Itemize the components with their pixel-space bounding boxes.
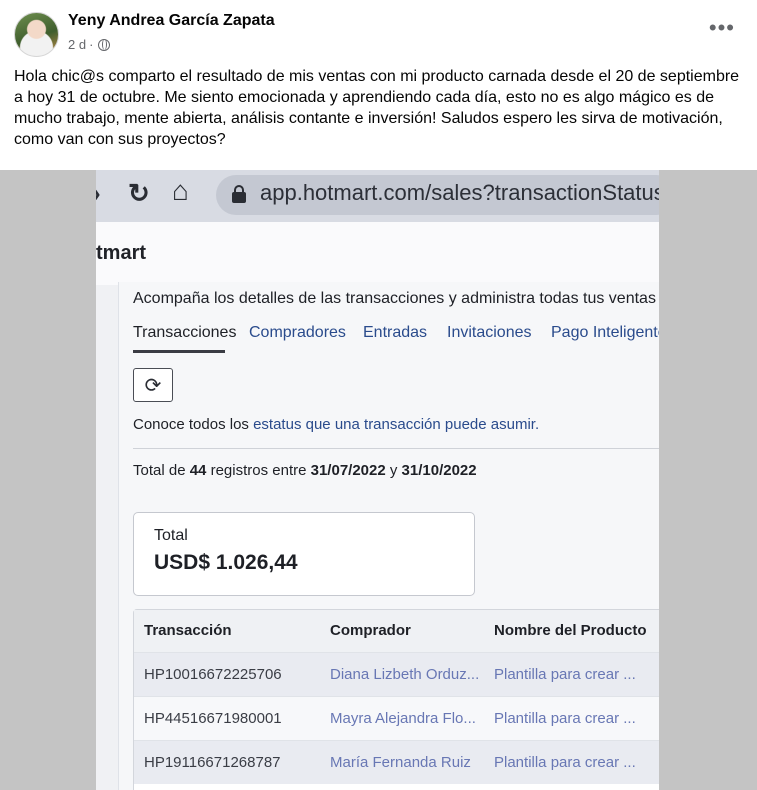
- table-row: HP10016672225706 Diana Lizbeth Orduz... …: [134, 652, 659, 696]
- table-row: HP44516671980001 Mayra Alejandra Flo... …: [134, 696, 659, 740]
- page-description: Acompaña los detalles de las transaccion…: [133, 290, 659, 307]
- date-to: 31/10/2022: [401, 462, 477, 479]
- status-info-prefix: Conoce todos los: [133, 416, 254, 433]
- avatar[interactable]: [14, 12, 59, 57]
- summary-text: y: [385, 462, 402, 479]
- total-label: Total: [154, 527, 188, 544]
- post-photo: › ↻ ⌂ app.hotmart.com/sales?transactionS…: [96, 170, 659, 790]
- transactions-table: Transacción Comprador Nombre del Product…: [133, 609, 659, 790]
- column-header: Nombre del Producto: [494, 622, 647, 639]
- status-link-2: una transacción puede asumir.: [334, 416, 540, 433]
- status-info: Conoce todos los estatus que una transac…: [133, 416, 539, 433]
- sales-panel: Acompaña los detalles de las transaccion…: [118, 282, 659, 790]
- globe-icon: [98, 38, 111, 51]
- brand-bar: tmart: [96, 222, 659, 285]
- divider: [133, 448, 659, 449]
- tab-entradas: Entradas: [363, 324, 428, 341]
- buyer-name: María Fernanda Ruiz: [330, 754, 471, 771]
- post-meta: 2 d ·: [68, 37, 111, 52]
- tab-transacciones: Transacciones: [133, 324, 237, 341]
- buyer-name: Mayra Alejandra Flo...: [330, 710, 476, 727]
- active-tab-indicator: [133, 350, 225, 353]
- url-text: app.hotmart.com/sales?transactionStatus%…: [260, 180, 659, 205]
- tab-invitaciones: Invitaciones: [447, 324, 532, 341]
- transaction-id: HP19116671268787: [144, 754, 281, 771]
- summary-text: Total de: [133, 462, 190, 479]
- tab-pago-inteligente: Pago Inteligente: [551, 324, 659, 341]
- meta-separator: ·: [89, 37, 94, 52]
- transaction-id: HP44516671980001: [144, 710, 282, 727]
- status-link: estatus: [253, 416, 302, 433]
- column-header: Transacción: [144, 622, 232, 639]
- product-name: Plantilla para crear ...: [494, 710, 636, 727]
- post-photo-frame[interactable]: › ↻ ⌂ app.hotmart.com/sales?transactionS…: [0, 170, 757, 790]
- post-text: Hola chic@s comparto el resultado de mis…: [14, 68, 740, 148]
- home-icon: ⌂: [172, 175, 189, 206]
- post-time[interactable]: 2 d: [68, 37, 86, 52]
- summary-text: registros entre: [206, 462, 311, 479]
- post-header: Yeny Andrea García Zapata 2 d · •••: [0, 0, 757, 64]
- column-header: Comprador: [330, 622, 411, 639]
- refresh-icon: ⟳: [133, 368, 173, 402]
- date-from: 31/07/2022: [310, 462, 386, 479]
- author-name[interactable]: Yeny Andrea García Zapata: [68, 12, 275, 30]
- total-value: USD$ 1.026,44: [154, 551, 298, 574]
- records-count: 44: [189, 462, 207, 479]
- brand-logo-text: tmart: [96, 242, 147, 264]
- buyer-name: Diana Lizbeth Orduz...: [330, 666, 480, 683]
- table-row: HP19116671268787 María Fernanda Ruiz Pla…: [134, 740, 659, 784]
- more-options-icon[interactable]: •••: [709, 17, 735, 39]
- lock-icon: [232, 185, 246, 203]
- product-name: Plantilla para crear ...: [494, 666, 636, 683]
- records-summary: Total de 44 registros entre 31/07/2022 y…: [133, 462, 477, 479]
- total-card: Total USD$ 1.026,44: [133, 512, 475, 596]
- table-header: Transacción Comprador Nombre del Product…: [134, 610, 659, 652]
- product-name: Plantilla para crear ...: [494, 754, 636, 771]
- browser-bar: › ↻ ⌂ app.hotmart.com/sales?transactionS…: [96, 170, 659, 222]
- reload-icon: ↻: [128, 178, 150, 208]
- tab-compradores: Compradores: [249, 324, 346, 341]
- forward-icon: ›: [96, 178, 101, 209]
- status-info-middle: que: [301, 416, 335, 433]
- transaction-id: HP10016672225706: [144, 666, 282, 683]
